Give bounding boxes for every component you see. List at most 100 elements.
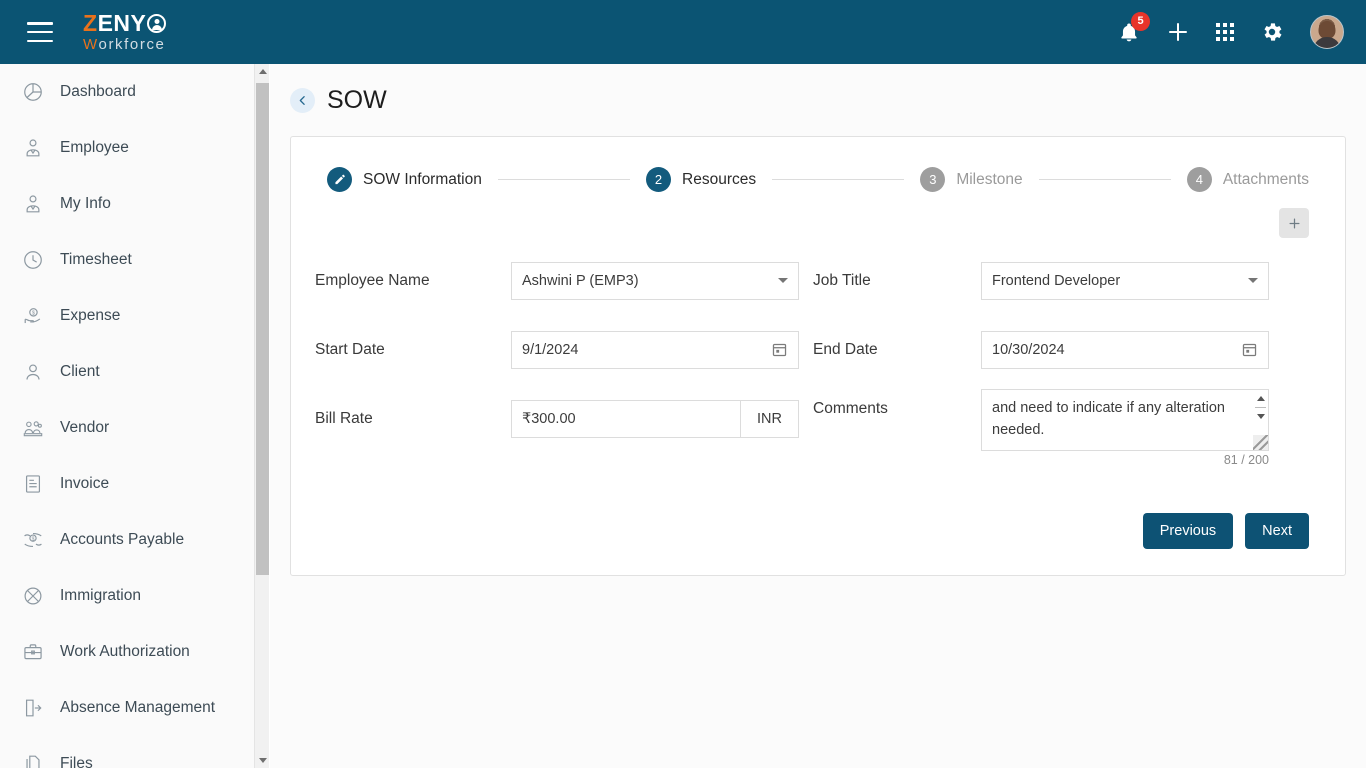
comments-character-counter: 81 / 200	[1223, 453, 1269, 467]
job-title-select[interactable]: Frontend Developer	[981, 261, 1269, 300]
sow-wizard-card: SOW Information 2 Resources 3 Milestone …	[290, 136, 1346, 576]
files-icon	[18, 751, 48, 768]
end-date-value: 10/30/2024	[992, 341, 1065, 358]
main-content: SOW SOW Information 2 Resources 3 Milest…	[270, 64, 1366, 768]
scroll-up-arrow-icon[interactable]	[255, 64, 270, 79]
sidebar-item-immigration[interactable]: Immigration	[0, 568, 255, 624]
step-3-label: Milestone	[956, 170, 1023, 188]
step-2-circle: 2	[646, 167, 672, 192]
sidebar-item-work-authorization[interactable]: Work Authorization	[0, 624, 255, 680]
next-button[interactable]: Next	[1245, 513, 1309, 549]
employee-name-control: Ashwini P (EMP3)	[511, 246, 799, 315]
comments-textarea[interactable]: and need to indicate if any alteration n…	[981, 389, 1269, 451]
notification-count-badge: 5	[1131, 11, 1150, 31]
start-date-label: Start Date	[315, 340, 385, 358]
sidebar-item-label: Employee	[60, 139, 129, 156]
step-4-circle: 4	[1186, 167, 1212, 192]
pie-chart-icon	[18, 79, 48, 105]
add-resource-button[interactable]	[1279, 208, 1309, 238]
sidebar-item-files[interactable]: Files	[0, 736, 255, 768]
step-milestone[interactable]: 3 Milestone	[920, 167, 1023, 192]
door-exit-icon	[18, 695, 48, 721]
brand-logo-primary: Z ENY	[83, 10, 167, 36]
job-title-value: Frontend Developer	[992, 272, 1121, 289]
step-sow-information[interactable]: SOW Information	[327, 167, 482, 192]
svg-text:$: $	[32, 536, 35, 542]
sidebar-item-label: Files	[60, 755, 93, 768]
brand-logo-subtitle: Workforce	[83, 37, 166, 52]
wizard-actions: Previous Next	[1142, 513, 1309, 549]
calendar-icon[interactable]	[1241, 341, 1258, 358]
back-button[interactable]	[290, 88, 315, 113]
resize-handle-icon[interactable]	[1253, 435, 1268, 450]
add-button[interactable]	[1166, 20, 1190, 44]
start-date-input[interactable]: 9/1/2024	[511, 330, 799, 369]
sidebar-item-label: Dashboard	[60, 83, 136, 100]
end-date-control: 10/30/2024	[981, 315, 1269, 384]
hamburger-menu-icon[interactable]	[27, 22, 53, 42]
sidebar-item-expense[interactable]: $ Expense	[0, 288, 255, 344]
step-2-label: Resources	[682, 170, 757, 188]
sidebar-item-invoice[interactable]: Invoice	[0, 456, 255, 512]
end-date-input[interactable]: 10/30/2024	[981, 330, 1269, 369]
scroll-up-arrow-icon[interactable]	[1253, 390, 1268, 407]
invoice-icon	[18, 471, 48, 497]
brand-letters-eny: ENY	[97, 10, 147, 36]
scroll-down-arrow-icon[interactable]	[1253, 408, 1268, 425]
previous-button[interactable]: Previous	[1142, 513, 1234, 549]
svg-text:$: $	[32, 311, 35, 317]
comments-label: Comments	[813, 400, 888, 417]
sidebar-item-dashboard[interactable]: Dashboard	[0, 64, 255, 120]
sidebar-item-absence-management[interactable]: Absence Management	[0, 680, 255, 736]
calendar-icon[interactable]	[771, 341, 788, 358]
step-connector-2	[772, 179, 905, 180]
settings-button[interactable]	[1260, 20, 1284, 44]
brand-subtitle-first: W	[83, 36, 99, 53]
sidebar-item-my-info[interactable]: My Info	[0, 176, 255, 232]
notifications-button[interactable]: 5	[1118, 11, 1150, 44]
start-date-value: 9/1/2024	[522, 341, 579, 358]
step-4-label: Attachments	[1222, 170, 1309, 188]
sidebar-item-timesheet[interactable]: Timesheet	[0, 232, 255, 288]
sidebar-item-label: Absence Management	[60, 699, 216, 716]
sidebar-item-client[interactable]: Client	[0, 344, 255, 400]
plus-icon	[1169, 23, 1187, 41]
job-title-control: Frontend Developer	[981, 246, 1269, 315]
sidebar-item-vendor[interactable]: Vendor	[0, 400, 255, 456]
chevron-down-icon	[778, 278, 788, 283]
start-date-control: 9/1/2024	[511, 315, 799, 384]
sidebar-item-label: Accounts Payable	[60, 531, 185, 548]
sidebar-item-label: My Info	[60, 195, 111, 212]
chevron-left-icon	[299, 96, 305, 105]
apps-button[interactable]	[1216, 23, 1234, 41]
scrollbar-thumb[interactable]	[256, 83, 269, 575]
add-resource-row	[291, 192, 1345, 238]
top-header-actions: 5	[1118, 11, 1344, 49]
sidebar-scrollbar[interactable]	[254, 64, 269, 768]
step-connector-1	[497, 179, 631, 180]
bill-rate-label: Bill Rate	[315, 409, 373, 427]
bill-rate-control: ₹300.00 INR	[511, 384, 799, 453]
sidebar-item-label: Invoice	[60, 475, 110, 492]
brand-letter-z: Z	[83, 10, 98, 36]
employee-icon	[18, 135, 48, 161]
sidebar-item-label: Immigration	[60, 587, 141, 604]
brand-logo[interactable]: Z ENY Workforce	[83, 10, 167, 52]
sidebar-item-employee[interactable]: Employee	[0, 120, 255, 176]
step-resources[interactable]: 2 Resources	[646, 167, 756, 192]
brand-person-circle-icon	[147, 14, 167, 33]
employee-name-select[interactable]: Ashwini P (EMP3)	[511, 261, 799, 300]
sidebar-item-accounts-payable[interactable]: $ Accounts Payable	[0, 512, 255, 568]
app-root: Z ENY Workforce 5 Dashboard Employee My …	[0, 0, 1366, 768]
scroll-down-arrow-icon[interactable]	[255, 753, 270, 768]
user-avatar[interactable]	[1310, 15, 1344, 49]
step-attachments[interactable]: 4 Attachments	[1186, 167, 1309, 192]
resource-form: Employee Name Ashwini P (EMP3) Job Title…	[291, 238, 1345, 467]
bill-rate-input[interactable]: ₹300.00 INR	[511, 399, 799, 438]
comments-control: and need to indicate if any alteration n…	[981, 384, 1269, 467]
globe-icon	[18, 583, 48, 609]
sidebar-item-label: Vendor	[60, 419, 110, 436]
person-icon	[18, 359, 48, 385]
accounts-payable-icon: $	[18, 527, 48, 553]
sidebar-item-label: Client	[60, 363, 100, 380]
